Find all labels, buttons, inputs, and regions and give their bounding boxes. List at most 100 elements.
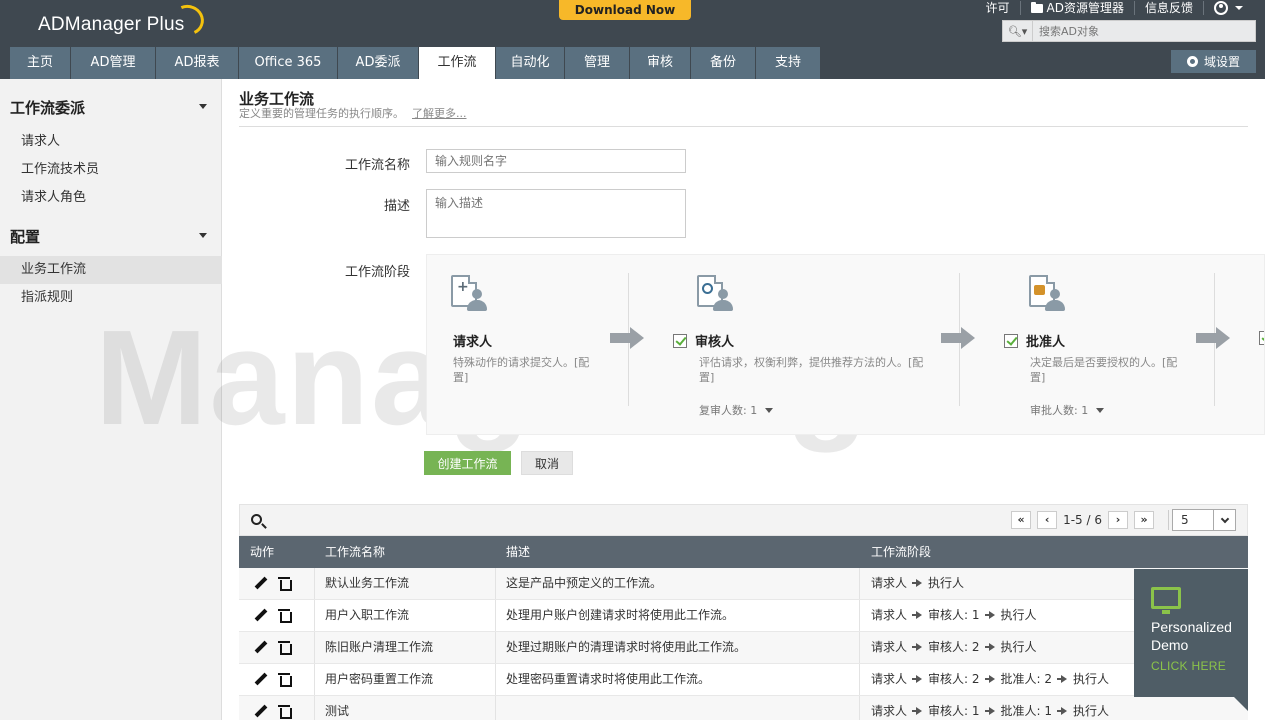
edit-icon[interactable] [254, 577, 267, 590]
table-row: 测试 请求人 审核人: 1 批准人: 1 执行人 [239, 696, 1248, 720]
ad-explorer-link[interactable]: AD资源管理器 [1019, 1, 1134, 15]
arrow-right-icon [912, 579, 923, 587]
main-nav: 主页 AD管理 AD报表 Office 365 AD委派 工作流 自动化 管理 审核 备份 支持 [10, 47, 821, 79]
column-header-action: 动作 [250, 545, 275, 559]
caret-down-icon [765, 407, 774, 413]
trash-icon[interactable] [278, 704, 292, 719]
trash-icon[interactable] [278, 672, 292, 687]
workflow-desc-cell: 这是产品中预定义的工作流。 [506, 576, 663, 590]
table-toolbar: « ‹ 1-5 / 6 › » 5 [239, 504, 1248, 536]
sidebar-section-delegation[interactable]: 工作流委派 [10, 97, 85, 118]
sidebar-section-config[interactable]: 配置 [10, 226, 40, 247]
prev-page-button[interactable]: ‹ [1037, 511, 1058, 529]
search-icon[interactable]: 🔍︎▾ [1003, 21, 1033, 41]
column-header-description[interactable]: 描述 [506, 536, 530, 568]
chevron-down-icon[interactable] [199, 104, 207, 109]
arrow-right-icon [912, 707, 923, 715]
column-divider [314, 568, 315, 599]
top-links: 许可 AD资源管理器 信息反馈 [976, 0, 1253, 16]
download-now-button[interactable]: Download Now [559, 0, 691, 20]
app-header: ADManager Plus Download Now 许可 AD资源管理器 信… [0, 0, 1265, 79]
column-divider [859, 632, 860, 663]
nav-tab-4[interactable]: AD委派 [338, 47, 418, 79]
per-page-select[interactable]: 5 [1172, 509, 1236, 531]
workflow-stages-cell: 请求人 审核人: 1 批准人: 1 执行人 [871, 696, 1109, 720]
checkbox-icon[interactable] [1004, 333, 1018, 348]
license-link[interactable]: 许可 [976, 1, 1020, 15]
ad-search-input[interactable] [1033, 24, 1243, 38]
trash-icon[interactable] [278, 576, 292, 591]
column-divider [495, 696, 496, 720]
edit-icon[interactable] [254, 609, 267, 622]
column-divider [314, 696, 315, 720]
demo-click-here-link[interactable]: CLICK HERE [1151, 659, 1226, 673]
chevron-down-icon[interactable] [1213, 510, 1235, 530]
stage-step: 执行人 [1000, 640, 1037, 654]
page-subtitle: 定义重要的管理任务的执行顺序。 了解更多... [239, 107, 467, 120]
edit-icon[interactable] [254, 673, 267, 686]
learn-more-link[interactable]: 了解更多... [412, 107, 467, 120]
workflow-name-input[interactable] [426, 149, 686, 173]
workflow-name-cell: 默认业务工作流 [325, 576, 410, 590]
create-workflow-button[interactable]: 创建工作流 [424, 451, 511, 475]
first-page-button[interactable]: « [1011, 511, 1032, 529]
requester-stage-icon: + [451, 275, 491, 313]
column-divider [495, 600, 496, 631]
workflow-name-cell: 用户入职工作流 [325, 608, 410, 622]
personalized-demo-card[interactable]: Personalized Demo CLICK HERE [1134, 569, 1248, 711]
approver-stage-icon [1029, 275, 1069, 313]
column-header-name[interactable]: 工作流名称 [325, 536, 385, 568]
nav-tab-1[interactable]: AD管理 [71, 47, 155, 79]
last-page-button[interactable]: » [1134, 511, 1154, 529]
trash-icon[interactable] [278, 608, 292, 623]
arrow-right-icon [1057, 707, 1068, 715]
user-menu[interactable] [1203, 1, 1253, 15]
reviewer-count-dropdown[interactable]: 复审人数: 1 [699, 402, 774, 418]
sidebar-item-technician[interactable]: 工作流技术员 [0, 156, 222, 184]
workflow-desc-cell: 处理用户账户创建请求时将使用此工作流。 [506, 608, 735, 622]
arrow-right-icon [912, 675, 923, 683]
description-textarea[interactable] [426, 189, 686, 238]
cancel-button[interactable]: 取消 [521, 451, 573, 475]
sidebar-item-requester[interactable]: 请求人 [0, 128, 222, 156]
trash-icon[interactable] [278, 640, 292, 655]
column-divider [859, 568, 860, 599]
stage-title-requester: 请求人 [453, 335, 493, 350]
sidebar-item-requester-role[interactable]: 请求人角色 [0, 184, 222, 212]
nav-tab-10[interactable]: 支持 [756, 47, 820, 79]
stage-desc-requester: 特殊动作的请求提交人。[配置] [453, 356, 590, 384]
stage-desc-approver: 决定最后是否要授权的人。[配置] [1030, 356, 1178, 384]
stage-title-reviewer[interactable]: 审核人 [673, 331, 734, 350]
stage-title-approver[interactable]: 批准人 [1004, 331, 1065, 350]
sidebar-item-business-workflow[interactable]: 业务工作流 [0, 256, 222, 284]
domain-settings-button[interactable]: 域设置 [1171, 50, 1256, 73]
column-divider [859, 600, 860, 631]
nav-tab-6[interactable]: 自动化 [496, 47, 564, 79]
nav-tab-2[interactable]: AD报表 [156, 47, 238, 79]
nav-tab-8[interactable]: 审核 [630, 47, 690, 79]
checkbox-icon[interactable] [673, 333, 687, 348]
checkbox-icon[interactable] [1259, 331, 1264, 345]
nav-tab-3[interactable]: Office 365 [239, 47, 337, 79]
arrow-right-icon [912, 643, 923, 651]
workflow-stages-cell: 请求人 审核人: 1 执行人 [871, 600, 1037, 631]
edit-icon[interactable] [254, 705, 267, 718]
product-logo[interactable]: ADManager Plus [38, 14, 184, 36]
stage-step: 请求人 [871, 704, 908, 718]
search-icon[interactable] [251, 514, 262, 525]
chevron-down-icon[interactable] [199, 233, 207, 238]
table-row: 陈旧账户清理工作流 处理过期账户的清理请求时将使用此工作流。 请求人 审核人: 2 执行… [239, 632, 1248, 664]
nav-tab-9[interactable]: 备份 [691, 47, 755, 79]
edit-icon[interactable] [254, 641, 267, 654]
nav-tab-7[interactable]: 管理 [565, 47, 629, 79]
approver-count-dropdown[interactable]: 审批人数: 1 [1030, 402, 1105, 418]
sidebar-item-assignment-rules[interactable]: 指派规则 [0, 284, 222, 312]
next-page-button[interactable]: › [1108, 511, 1128, 529]
nav-tab-5[interactable]: 工作流 [419, 47, 495, 79]
page-range: 1-5 / 6 [1063, 513, 1102, 527]
workflow-name-cell: 陈旧账户清理工作流 [325, 640, 434, 654]
nav-tab-0[interactable]: 主页 [10, 47, 70, 79]
column-header-stages[interactable]: 工作流阶段 [871, 536, 931, 568]
feedback-link[interactable]: 信息反馈 [1133, 1, 1203, 15]
stage-step: 批准人: 2 [1000, 672, 1053, 686]
